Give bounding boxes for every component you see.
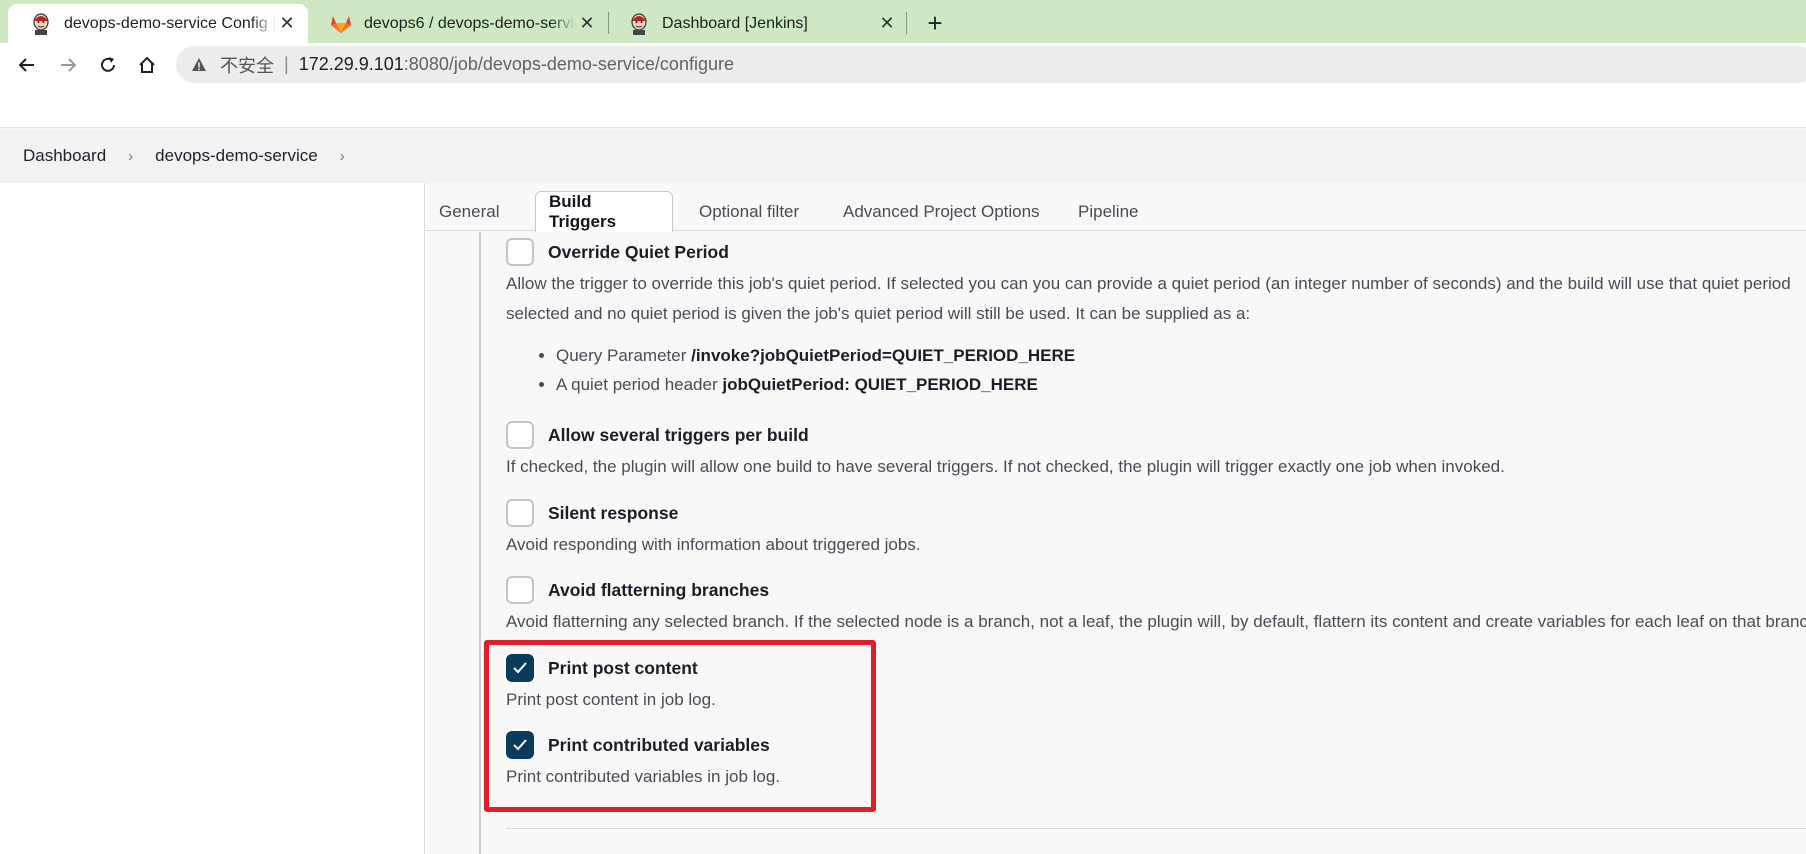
close-icon[interactable]: ✕	[876, 13, 898, 35]
option-help: Allow the trigger to override this job's…	[506, 269, 1791, 329]
url-host: 172.29.9.101	[298, 54, 404, 74]
bullet-text: A quiet period header	[556, 375, 723, 394]
option-allow-several-triggers: Allow several triggers per build If chec…	[506, 420, 1505, 482]
list-item: A quiet period header jobQuietPeriod: QU…	[556, 370, 1791, 399]
option-silent-response: Silent response Avoid responding with in…	[506, 498, 921, 560]
browser-tab-jenkins-config[interactable]: devops-demo-service Config [Jenkins] ✕	[8, 4, 308, 43]
browser-tab-jenkins-dashboard[interactable]: Dashboard [Jenkins] ✕	[606, 4, 908, 43]
allow-several-triggers-checkbox[interactable]	[506, 421, 534, 449]
avoid-flatterning-checkbox[interactable]	[506, 576, 534, 604]
silent-response-checkbox[interactable]	[506, 499, 534, 527]
option-avoid-flatterning: Avoid flatterning branches Avoid flatter…	[506, 575, 1806, 637]
browser-tab-strip: devops-demo-service Config [Jenkins] ✕ d…	[0, 0, 1806, 43]
jenkins-header	[0, 86, 1806, 128]
list-item: Query Parameter /invoke?jobQuietPeriod=Q…	[556, 341, 1791, 370]
tab-advanced-project-options[interactable]: Advanced Project Options	[830, 191, 1053, 232]
gitlab-icon	[330, 13, 352, 35]
option-help: If checked, the plugin will allow one bu…	[506, 457, 1505, 476]
option-override-quiet-period: Override Quiet Period Allow the trigger …	[506, 237, 1791, 399]
browser-tab-title: devops6 / devops-demo-service · GitLab	[364, 14, 576, 32]
breadcrumb: Dashboard › devops-demo-service ›	[0, 129, 1806, 183]
override-quiet-period-checkbox[interactable]	[506, 238, 534, 266]
option-label[interactable]: Avoid flatterning branches	[548, 580, 769, 601]
bullet-code: jobQuietPeriod: QUIET_PERIOD_HERE	[722, 375, 1038, 394]
tab-divider	[906, 12, 907, 34]
tab-optional-filter[interactable]: Optional filter	[686, 191, 812, 232]
arrow-right-icon	[61, 58, 77, 72]
chevron-right-icon[interactable]: ›	[340, 148, 345, 165]
browser-toolbar: 不安全 | 172.29.9.101 :8080/job/devops-demo…	[0, 43, 1806, 86]
home-button[interactable]	[133, 51, 161, 79]
jenkins-icon	[628, 12, 650, 35]
close-icon[interactable]: ✕	[276, 13, 298, 35]
browser-tab-title: devops-demo-service Config [Jenkins]	[64, 14, 276, 32]
breadcrumb-job[interactable]: devops-demo-service	[155, 146, 318, 166]
breadcrumb-dashboard[interactable]: Dashboard	[23, 146, 106, 166]
tab-general[interactable]: General	[426, 191, 512, 232]
option-label[interactable]: Allow several triggers per build	[548, 425, 809, 446]
option-label[interactable]: Override Quiet Period	[548, 242, 729, 263]
browser-tab-title: Dashboard [Jenkins]	[662, 14, 808, 32]
back-button[interactable]	[13, 51, 41, 79]
address-bar[interactable]: 不安全 | 172.29.9.101 :8080/job/devops-demo…	[176, 46, 1806, 83]
security-label[interactable]: 不安全	[220, 52, 274, 78]
help-line: Allow the trigger to override this job's…	[506, 274, 1791, 293]
chevron-right-icon: ›	[128, 147, 134, 165]
help-bullet-list: Query Parameter /invoke?jobQuietPeriod=Q…	[556, 341, 1791, 399]
tab-pipeline[interactable]: Pipeline	[1065, 191, 1152, 232]
jenkins-icon	[30, 12, 52, 35]
close-icon[interactable]: ✕	[576, 13, 598, 35]
help-line: selected and no quiet period is given th…	[506, 304, 1251, 323]
bullet-code: /invoke?jobQuietPeriod=QUIET_PERIOD_HERE	[691, 346, 1076, 365]
section-divider	[506, 828, 1806, 829]
bullet-text: Query Parameter	[556, 346, 692, 365]
new-tab-button[interactable]: +	[920, 8, 950, 38]
reload-button[interactable]	[94, 51, 122, 79]
warning-icon[interactable]	[190, 56, 208, 74]
option-label[interactable]: Silent response	[548, 503, 678, 524]
option-help: Avoid responding with information about …	[506, 535, 921, 554]
address-separator: |	[284, 54, 289, 74]
option-help: Avoid flatterning any selected branch. I…	[506, 612, 1806, 631]
config-tab-bar: General Build Triggers Optional filter A…	[426, 183, 1806, 232]
reload-icon	[101, 57, 115, 72]
url-path: :8080/job/devops-demo-service/configure	[403, 54, 734, 74]
section-indent-line	[479, 232, 481, 854]
home-icon	[139, 56, 155, 73]
tab-build-triggers[interactable]: Build Triggers	[535, 191, 673, 232]
config-sidebar	[0, 183, 425, 854]
annotation-highlight-box	[484, 640, 876, 812]
arrow-left-icon	[18, 58, 34, 72]
forward-button[interactable]	[54, 51, 82, 79]
browser-tab-gitlab[interactable]: devops6 / devops-demo-service · GitLab ✕	[308, 4, 608, 43]
